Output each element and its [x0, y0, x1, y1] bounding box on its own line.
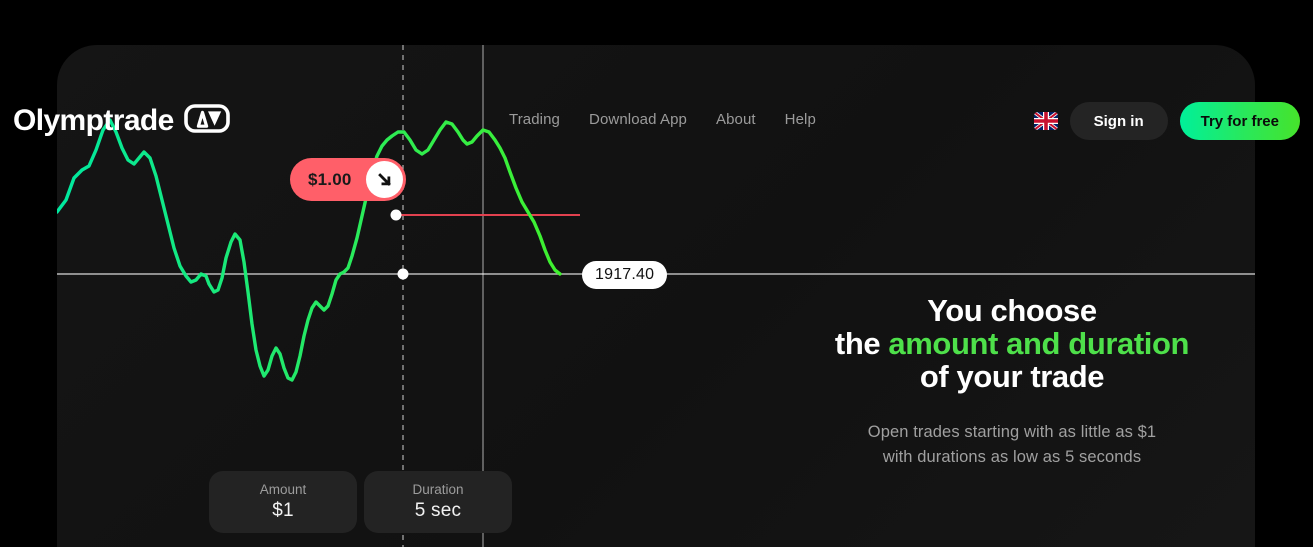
hero-subcopy: Open trades starting with as little as $…: [757, 420, 1255, 471]
main-nav: Trading Download App About Help: [509, 111, 816, 128]
chart-current-marker: [397, 268, 409, 280]
amount-value: $1: [272, 500, 294, 521]
duration-control[interactable]: Duration 5 sec: [364, 471, 512, 533]
nav-item-download-app[interactable]: Download App: [589, 111, 687, 128]
nav-item-help[interactable]: Help: [785, 111, 816, 128]
hero-copy: You choose the amount and duration of yo…: [757, 293, 1255, 471]
headline-line-2-accent: amount and duration: [888, 325, 1190, 361]
amount-control[interactable]: Amount $1: [209, 471, 357, 533]
try-for-free-button[interactable]: Try for free: [1179, 102, 1300, 140]
olymptrade-mark-icon: [183, 104, 230, 138]
headline-line-2-prefix: the: [834, 325, 889, 361]
uk-flag-icon[interactable]: [1033, 112, 1058, 130]
brand-logo[interactable]: Olymptrade: [13, 104, 230, 138]
headline-line-3: of your trade: [919, 358, 1105, 394]
brand-name: Olymptrade: [13, 104, 174, 137]
subcopy-line-1: Open trades starting with as little as $…: [867, 422, 1157, 441]
current-price-pill: 1917.40: [582, 261, 668, 289]
headline-line-1: You choose: [927, 293, 1097, 328]
duration-label: Duration: [412, 482, 464, 497]
sign-in-button[interactable]: Sign in: [1069, 102, 1168, 140]
nav-item-about[interactable]: About: [716, 111, 756, 128]
duration-value: 5 sec: [414, 500, 462, 521]
amount-label: Amount: [259, 482, 307, 497]
current-price-value: 1917.40: [595, 266, 655, 283]
subcopy-line-2: with durations as low as 5 seconds: [882, 448, 1142, 467]
arrow-down-right-icon: [365, 161, 403, 198]
page-root: 1917.40 $1.00 Amount $1 Duration 5 sec Y…: [0, 0, 1313, 547]
chart-entry-marker: [390, 209, 402, 221]
nav-item-trading[interactable]: Trading: [509, 111, 560, 128]
header-actions: Sign in Try for free: [1033, 102, 1300, 140]
trade-controls: Amount $1 Duration 5 sec: [209, 471, 512, 533]
page-title: You choose the amount and duration of yo…: [757, 293, 1255, 394]
trade-badge[interactable]: $1.00: [290, 158, 406, 201]
trade-amount-label: $1.00: [308, 169, 352, 189]
